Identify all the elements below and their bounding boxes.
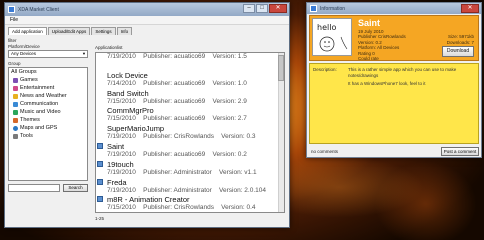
menu-file[interactable]: File <box>10 17 18 23</box>
themes-icon <box>13 117 18 123</box>
weather-icon <box>13 93 18 99</box>
app-downloads: Downloads: 7 <box>446 39 474 45</box>
list-item[interactable]: m8R - Animation Creator 7/15/2010 Publis… <box>96 195 284 212</box>
close-button[interactable]: ✕ <box>269 4 287 13</box>
tools-icon <box>13 133 18 139</box>
main-titlebar[interactable]: XDA Market Client – □ ✕ <box>5 3 289 16</box>
maximize-button[interactable]: □ <box>256 4 268 13</box>
app-meta: 7/15/2010 Publisher: CrisRowlands Versio… <box>107 204 256 212</box>
platform-select[interactable]: Any Devices ▼ <box>8 50 88 58</box>
app-meta: 7/19/2010 Publisher: CrisRowlands Versio… <box>107 133 256 141</box>
search-row: Search <box>8 184 88 192</box>
filter-pane: filter Platform/Device Any Devices ▼ Gro… <box>8 38 90 227</box>
chevron-down-icon: ▼ <box>82 51 86 56</box>
list-item[interactable]: Band Switch 7/15/2010 Publisher: acuatic… <box>96 89 284 107</box>
tab-settings[interactable]: Settings <box>91 27 116 35</box>
app-details: 19 July 2010 Publisher CrisRowlands Vers… <box>358 29 406 61</box>
list-item[interactable]: Saint 7/19/2010 Publisher: acuatico69 Ve… <box>96 142 284 160</box>
tab-upload-edit[interactable]: Upload/Edit Apps <box>47 27 91 35</box>
group-item-communication[interactable]: Communication <box>9 100 87 108</box>
minimize-button[interactable]: – <box>243 4 255 13</box>
search-input[interactable] <box>8 184 60 192</box>
tab-info[interactable]: Info <box>116 27 133 35</box>
menubar: File <box>5 16 289 25</box>
description-text: This is a rather simple app which you ca… <box>348 67 457 86</box>
app-meta: 7/15/2010 Publisher: acuatico69 Version:… <box>107 97 247 105</box>
tab-strip: Add application Upload/Edit Apps Setting… <box>5 25 289 35</box>
page-info: 1-25 <box>95 216 105 221</box>
app-meta: 7/19/2010 Publisher: Administrator Versi… <box>107 168 257 176</box>
post-comment-button[interactable]: Post a comment <box>441 147 479 156</box>
group-item-games[interactable]: Games <box>9 76 87 84</box>
app-info-header: hello Saint 19 July 2010 Publisher CrisR… <box>309 15 479 61</box>
app-icon <box>97 178 103 185</box>
app-name: 19touch <box>107 159 134 169</box>
market-client-window: XDA Market Client – □ ✕ File Add applica… <box>4 2 290 228</box>
window-title: XDA Market Client <box>18 6 59 13</box>
scrollbar-thumb[interactable] <box>278 55 284 81</box>
download-button[interactable]: Download <box>442 46 474 57</box>
app-name: CommMgrPro <box>107 106 154 116</box>
group-item-themes[interactable]: Themes <box>9 116 87 124</box>
app-name: Freda <box>107 177 127 187</box>
comments-bar: no comments Post a comment <box>309 147 479 157</box>
entertainment-icon <box>13 85 18 91</box>
app-name: m8R - Animation Creator <box>107 195 190 205</box>
info-window-icon <box>310 5 317 12</box>
list-item[interactable]: SuperMarioJump 7/19/2010 Publisher: Cris… <box>96 124 284 142</box>
app-title: Saint <box>358 18 381 28</box>
group-item-entertainment[interactable]: Entertainment <box>9 84 87 92</box>
app-name: Band Switch <box>107 88 149 98</box>
applist-label: Applicationlist <box>95 45 123 50</box>
size-info: Size: 5971kb Downloads: 7 <box>447 34 474 45</box>
group-item-all[interactable]: All Groups <box>9 68 87 76</box>
globe-icon <box>13 125 18 131</box>
app-name: Saint <box>107 141 125 151</box>
info-titlebar[interactable]: Information ✕ <box>307 3 481 14</box>
group-item-music[interactable]: Music and Video <box>9 108 87 116</box>
platform-value: Any Devices <box>11 51 37 56</box>
search-button[interactable]: Search <box>63 184 88 192</box>
list-item[interactable]: CommMgrPro 7/15/2010 Publisher: acuatico… <box>96 106 284 124</box>
app-platform: Platform: All Devices <box>358 45 400 51</box>
description-area: Description: This is a rather simple app… <box>309 63 479 144</box>
list-item[interactable]: 19touch 7/19/2010 Publisher: Administrat… <box>96 160 284 178</box>
rate-link[interactable]: Could rate <box>358 56 406 61</box>
app-screenshot: hello <box>312 18 352 56</box>
list-item[interactable]: Freda 7/19/2010 Publisher: Administrator… <box>96 178 284 196</box>
comments-count: no comments <box>311 149 339 154</box>
group-list: All Groups Games Entertainment News and … <box>8 67 88 181</box>
app-name: SuperMarioJump <box>107 124 165 134</box>
app-meta: 7/19/2010 Publisher: Administrator Versi… <box>107 186 266 194</box>
list-item[interactable]: Lock Device 7/14/2010 Publisher: acuatic… <box>96 71 284 89</box>
info-close-button[interactable]: ✕ <box>461 4 479 13</box>
tab-add-application[interactable]: Add application <box>8 27 47 35</box>
app-meta: 7/19/2010 Publisher: acuatico69 Version:… <box>107 150 247 158</box>
application-pane: Applicationlist 7/19/2010 Publisher: acu… <box>95 45 288 221</box>
app-icon <box>97 196 103 203</box>
music-icon <box>13 109 18 115</box>
list-item[interactable]: 7/19/2010 Publisher: acuatico69 Version:… <box>96 53 284 71</box>
games-icon <box>13 77 18 83</box>
group-item-maps[interactable]: Maps and GPS <box>9 124 87 132</box>
app-meta: 7/15/2010 Publisher: acuatico69 Version:… <box>107 115 247 123</box>
app-meta: 7/14/2010 Publisher: acuatico69 Version:… <box>107 79 247 87</box>
group-item-tools[interactable]: Tools <box>9 132 87 140</box>
svg-text:hello: hello <box>317 23 336 32</box>
description-label: Description: <box>313 67 337 72</box>
app-icon <box>97 142 103 149</box>
list-scrollbar[interactable] <box>278 53 284 212</box>
app-size: Size: 5971kb <box>447 34 474 39</box>
communication-icon <box>13 101 18 107</box>
app-icon <box>97 160 103 167</box>
information-window: Information ✕ hello Saint 19 July 2010 P… <box>306 2 482 158</box>
app-meta: 7/19/2010 Publisher: acuatico69 Version:… <box>107 53 247 60</box>
application-list[interactable]: 7/19/2010 Publisher: acuatico69 Version:… <box>95 52 285 213</box>
app-icon <box>8 6 15 13</box>
info-window-title: Information <box>320 5 346 12</box>
app-name: Lock Device <box>107 70 148 80</box>
group-item-news[interactable]: News and Weather <box>9 92 87 100</box>
